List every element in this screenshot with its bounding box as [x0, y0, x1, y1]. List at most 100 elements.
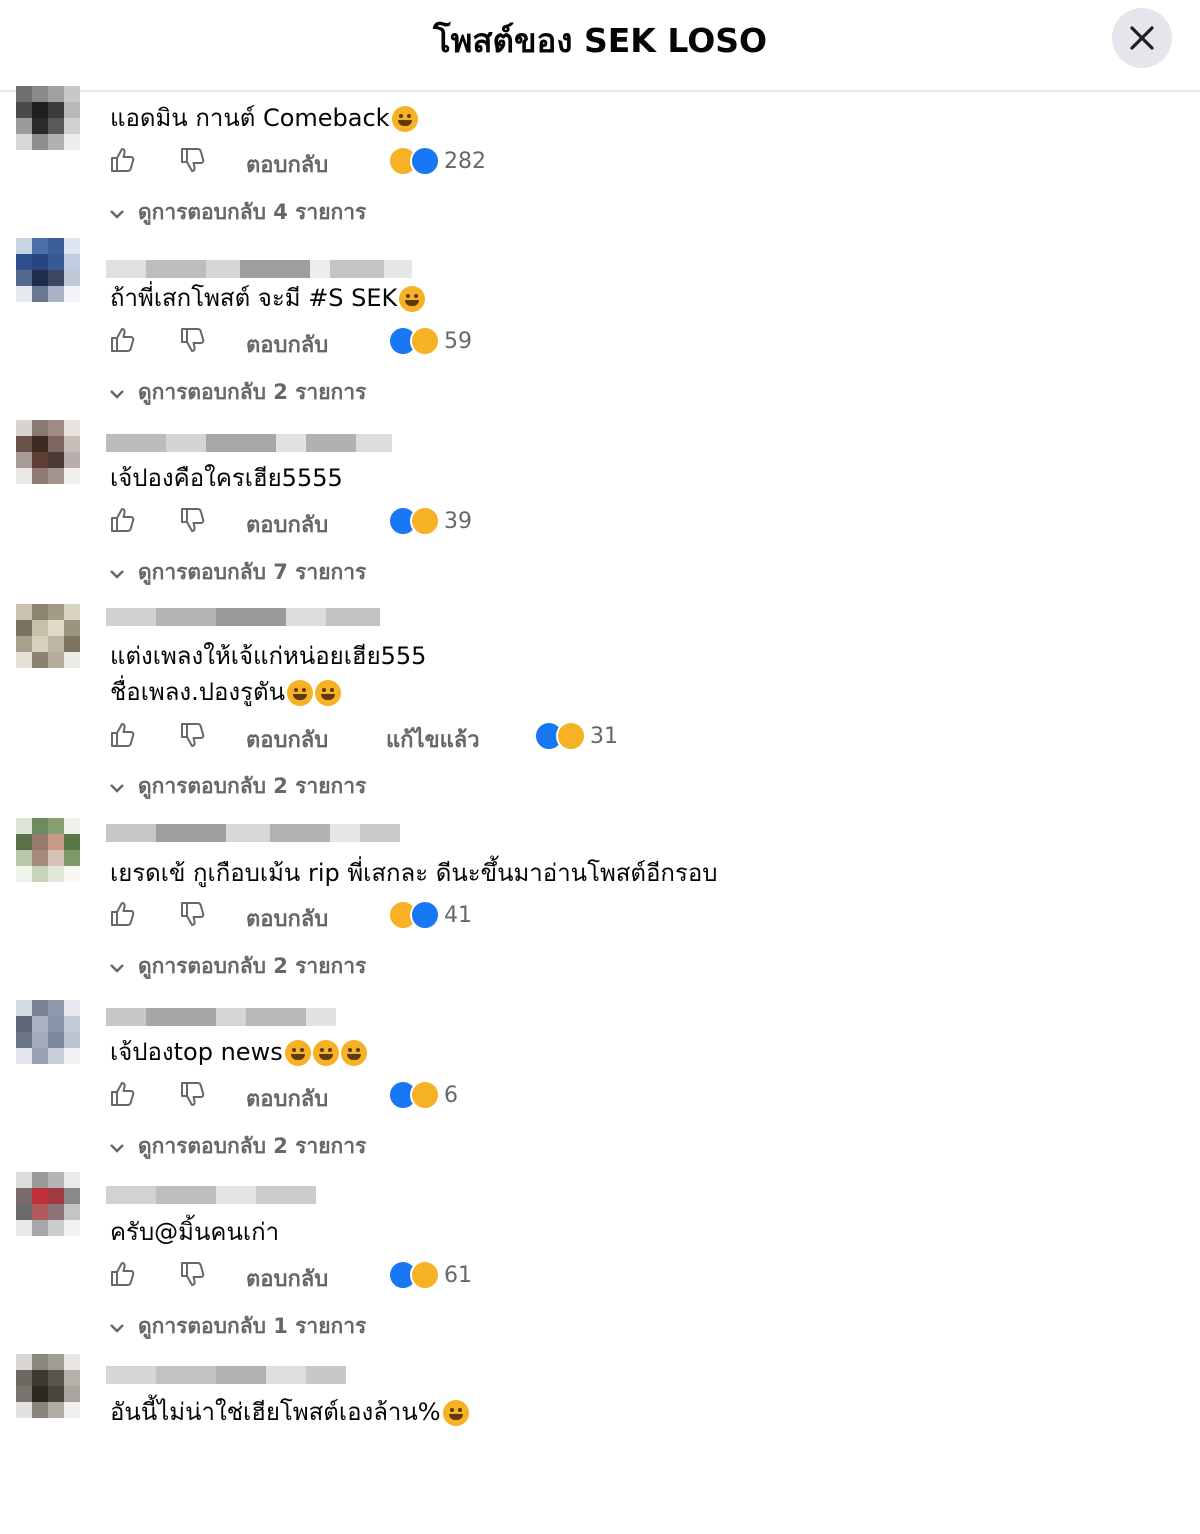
like-button[interactable]	[108, 505, 138, 539]
avatar[interactable]	[16, 1172, 80, 1236]
avatar[interactable]	[16, 238, 80, 302]
reaction-summary[interactable]: 6	[388, 1080, 458, 1110]
reply-button[interactable]: ตอบกลับ	[246, 327, 328, 362]
dislike-button[interactable]	[178, 1259, 208, 1293]
dialog-title: โพสต์ของ SEK LOSO	[432, 21, 768, 60]
comment-actions: ตอบกลับ 61	[108, 1259, 1108, 1293]
like-button[interactable]	[108, 325, 138, 359]
commenter-name-redacted[interactable]	[106, 1366, 346, 1384]
like-button[interactable]	[108, 145, 138, 179]
comment-actions: ตอบกลับ 59	[108, 325, 1108, 359]
comment-item: เยรดเข้ กูเกือบเม้น rip พี่เสกละ ดีนะขึ้…	[0, 818, 1200, 998]
like-button[interactable]	[108, 1079, 138, 1113]
dislike-button[interactable]	[178, 505, 208, 539]
reaction-count: 31	[590, 723, 618, 749]
like-button[interactable]	[108, 720, 138, 754]
laughing-emoji	[399, 286, 426, 312]
commenter-name-redacted[interactable]	[106, 824, 400, 842]
grin-emoji	[315, 680, 342, 706]
commenter-name-redacted[interactable]	[106, 260, 412, 278]
thumbs-up-icon	[108, 723, 138, 754]
dislike-button[interactable]	[178, 325, 208, 359]
reaction-summary[interactable]: 39	[388, 506, 472, 536]
chevron-down-icon	[110, 1314, 124, 1338]
haha-reaction-icon	[556, 721, 586, 751]
comment-text: อันนี้ไม่น่าใช่เฮียโพสต์เองล้าน%	[110, 1394, 469, 1430]
grinning-sweat-emoji	[442, 1400, 469, 1426]
reply-button[interactable]: ตอบกลับ	[246, 507, 328, 542]
dislike-button[interactable]	[178, 720, 208, 754]
dislike-button[interactable]	[178, 899, 208, 933]
reply-button[interactable]: ตอบกลับ	[246, 147, 328, 182]
like-button[interactable]	[108, 1259, 138, 1293]
avatar[interactable]	[16, 604, 80, 668]
view-replies-link[interactable]: ดูการตอบกลับ 1 รายการ	[110, 1310, 366, 1343]
comment-actions: ตอบกลับ 39	[108, 505, 1108, 539]
chevron-down-icon	[110, 774, 124, 798]
avatar[interactable]	[16, 1354, 80, 1418]
haha-reaction-icon	[410, 1260, 440, 1290]
chevron-down-icon	[110, 1134, 124, 1158]
comment-actions: ตอบกลับ 41	[108, 899, 1108, 933]
comment-text-content: ครับ@มิ้นคนเก่า	[110, 1218, 280, 1246]
commenter-name-redacted[interactable]	[106, 608, 380, 626]
view-replies-link[interactable]: ดูการตอบกลับ 2 รายการ	[110, 770, 366, 803]
comment-text-line2: ชื่อเพลง.ปองรูตัน	[110, 674, 342, 710]
commenter-name-redacted[interactable]	[106, 434, 392, 452]
commenter-name-redacted[interactable]	[106, 1008, 336, 1026]
view-replies-link[interactable]: ดูการตอบกลับ 7 รายการ	[110, 556, 366, 589]
view-replies-link[interactable]: ดูการตอบกลับ 4 รายการ	[110, 196, 366, 229]
view-replies-label: ดูการตอบกลับ 2 รายการ	[138, 380, 367, 404]
comment-text: เยรดเข้ กูเกือบเม้น rip พี่เสกละ ดีนะขึ้…	[110, 855, 718, 891]
like-button[interactable]	[108, 899, 138, 933]
thumbs-down-icon	[178, 328, 208, 359]
grin-emoji	[287, 680, 314, 706]
reaction-summary[interactable]: 282	[388, 146, 486, 176]
thumbs-down-icon	[178, 1262, 208, 1293]
chevron-down-icon	[110, 200, 124, 224]
dislike-button[interactable]	[178, 1079, 208, 1113]
reaction-summary[interactable]: 41	[388, 900, 472, 930]
avatar[interactable]	[16, 1000, 80, 1064]
reaction-summary[interactable]: 61	[388, 1260, 472, 1290]
view-replies-label: ดูการตอบกลับ 7 รายการ	[138, 560, 367, 584]
comment-text: ครับ@มิ้นคนเก่า	[110, 1214, 279, 1250]
avatar[interactable]	[16, 818, 80, 882]
reaction-count: 39	[444, 508, 472, 534]
comment-item: ครับ@มิ้นคนเก่าตอบกลับ 61 ดูการตอบกลับ 1 ร…	[0, 1172, 1200, 1352]
grinning-sweat-emoji	[391, 106, 418, 132]
reply-button[interactable]: ตอบกลับ	[246, 901, 328, 936]
view-replies-link[interactable]: ดูการตอบกลับ 2 รายการ	[110, 1130, 366, 1163]
comment-text: เจ้ปองคือใครเฮีย5555	[110, 460, 343, 496]
haha-reaction-icon	[410, 1080, 440, 1110]
comment-text-content: แต่งเพลงให้เจ้แก่หน่อยเฮีย555	[110, 642, 427, 670]
chevron-down-icon	[110, 560, 124, 584]
comment-text-content: แอดมิน กานต์ Comeback	[110, 104, 390, 132]
commenter-name-redacted[interactable]	[106, 1186, 316, 1204]
reply-button[interactable]: ตอบกลับ	[246, 1261, 328, 1296]
reaction-summary[interactable]: 31	[534, 721, 618, 751]
dislike-button[interactable]	[178, 145, 208, 179]
close-button[interactable]	[1112, 8, 1172, 68]
comment-actions: ตอบกลับ แก้ไขแล้ว 31	[108, 720, 1108, 754]
reply-button[interactable]: ตอบกลับ	[246, 722, 328, 757]
reaction-count: 41	[444, 902, 472, 928]
like-reaction-icon	[410, 146, 440, 176]
haha-reaction-icon	[410, 326, 440, 356]
chevron-down-icon	[110, 380, 124, 404]
reply-button[interactable]: ตอบกลับ	[246, 1081, 328, 1116]
comment-text: แต่งเพลงให้เจ้แก่หน่อยเฮีย555	[110, 638, 426, 674]
chevron-down-icon	[110, 954, 124, 978]
avatar[interactable]	[16, 420, 80, 484]
reaction-count: 282	[444, 148, 486, 174]
view-replies-link[interactable]: ดูการตอบกลับ 2 รายการ	[110, 376, 366, 409]
view-replies-label: ดูการตอบกลับ 4 รายการ	[138, 200, 367, 224]
view-replies-link[interactable]: ดูการตอบกลับ 2 รายการ	[110, 950, 366, 983]
thumbs-down-icon	[178, 508, 208, 539]
avatar[interactable]	[16, 86, 80, 150]
comment-item: เจ้ปองคือใครเฮีย5555 ตอบกลับ 39 ดูการตอบกลั…	[0, 420, 1200, 600]
rofl-emoji	[312, 1040, 339, 1066]
comment-item: แต่งเพลงให้เจ้แก่หน่อยเฮีย555 ชื่อเพลง.ปอ…	[0, 604, 1200, 798]
thumbs-up-icon	[108, 328, 138, 359]
reaction-summary[interactable]: 59	[388, 326, 472, 356]
